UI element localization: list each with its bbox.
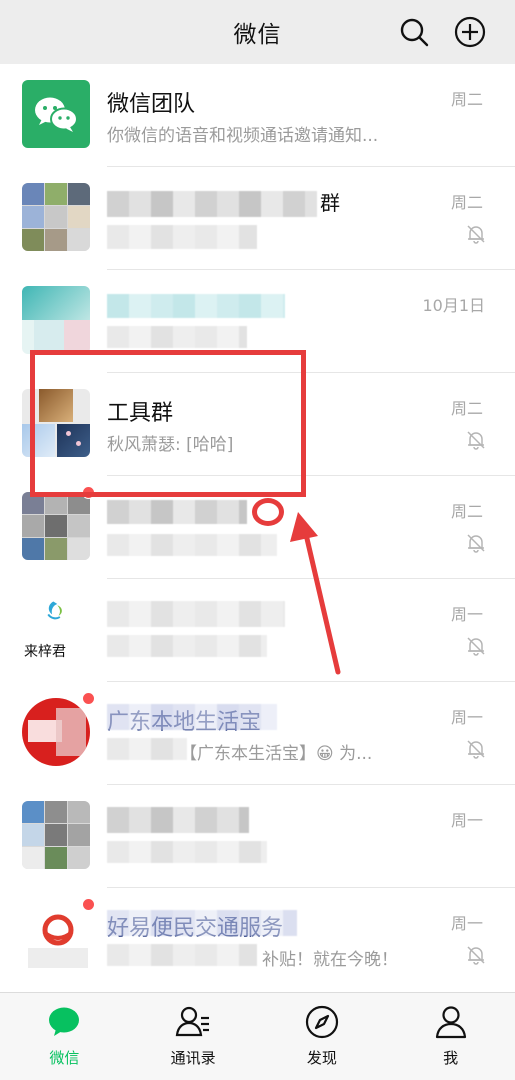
- tab-label: 通讯录: [170, 1049, 216, 1067]
- chat-name: 群: [320, 191, 340, 215]
- blurred-name: [107, 191, 317, 217]
- chat-time: 周二: [450, 193, 483, 212]
- blurred-name: [107, 910, 297, 936]
- blurred-preview: [107, 534, 277, 556]
- tab-contacts[interactable]: 通讯录: [129, 993, 258, 1080]
- mute-bell-icon: [467, 637, 485, 656]
- chat-time: 周二: [450, 90, 483, 109]
- highlight-box: [30, 350, 306, 497]
- chat-name: 微信团队: [107, 92, 196, 117]
- search-icon[interactable]: [396, 14, 432, 50]
- tab-me[interactable]: 我: [386, 993, 515, 1080]
- mute-bell-icon: [467, 740, 485, 759]
- blurred-preview: [107, 225, 257, 249]
- chat-row-traffic-service[interactable]: 好易便民交通服务 补贴！就在今晚！ 周一: [0, 888, 515, 991]
- leaf-logo-icon: [47, 601, 62, 620]
- chat-time: 周二: [450, 502, 483, 521]
- mute-bell-icon: [467, 946, 485, 965]
- chat-preview: 【广东本生活宝】😀 为...: [180, 744, 373, 764]
- chat-list: 微信团队 你微信的语音和视频通话邀请通知... 周二 群 周二 10月1日 工具…: [0, 64, 515, 992]
- chat-row-wechat-team[interactable]: 微信团队 你微信的语音和视频通话邀请通知... 周二: [0, 64, 515, 167]
- chat-time: 周一: [450, 914, 483, 933]
- mute-bell-icon: [467, 225, 485, 244]
- chat-row-5[interactable]: 来梓君 周一: [0, 579, 515, 682]
- contacts-icon: [175, 1006, 210, 1037]
- chat-row-7[interactable]: 周一: [0, 785, 515, 888]
- tab-label: 我: [443, 1049, 459, 1067]
- tab-label: 发现: [306, 1049, 337, 1067]
- blurred-preview: [107, 944, 257, 966]
- group-avatar: [22, 183, 90, 251]
- group-avatar: [22, 801, 90, 869]
- bottom-tab-bar: 微信 通讯录 发现 我: [0, 992, 515, 1080]
- page-title: 微信: [233, 22, 282, 48]
- chat-bubble-icon: [49, 1007, 80, 1036]
- chat-time: 周一: [450, 605, 483, 624]
- tab-discover[interactable]: 发现: [258, 993, 387, 1080]
- blurred-name: [107, 704, 277, 730]
- add-icon[interactable]: [452, 14, 488, 50]
- blurred-name: [107, 500, 247, 524]
- chat-avatar: [22, 286, 90, 354]
- chat-avatar: [22, 904, 90, 972]
- blurred-preview: [107, 326, 247, 348]
- chat-avatar: [22, 698, 90, 766]
- blurred-name: [107, 294, 285, 318]
- person-icon: [435, 1006, 466, 1039]
- chat-row-group-1[interactable]: 群 周二: [0, 167, 515, 270]
- wechat-team-avatar: [22, 80, 90, 148]
- chat-time: 周一: [450, 708, 483, 727]
- wechat-logo-icon: [35, 97, 78, 132]
- blurred-preview: [107, 738, 187, 760]
- chat-preview: 你微信的语音和视频通话邀请通知...: [107, 126, 379, 146]
- tab-label: 微信: [49, 1049, 80, 1067]
- blurred-preview: [107, 635, 267, 657]
- blurred-preview: [107, 841, 267, 863]
- unread-dot: [82, 898, 95, 911]
- chat-time: 10月1日: [422, 296, 485, 315]
- brand-logo-icon: [28, 914, 88, 968]
- chat-avatar: 来梓君: [22, 595, 90, 663]
- top-navigation-bar: 微信: [0, 0, 515, 64]
- chat-time: 周一: [450, 811, 483, 830]
- blurred-name: [107, 601, 285, 627]
- chat-time: 周二: [450, 399, 483, 418]
- blurred-name: [107, 807, 249, 833]
- chat-row-life-service[interactable]: 广东本地生活宝 【广东本生活宝】😀 为... 周一: [0, 682, 515, 785]
- tab-chats[interactable]: 微信: [0, 993, 129, 1080]
- mute-bell-icon: [467, 431, 485, 450]
- chat-preview: 补贴！就在今晚！: [262, 950, 398, 970]
- unread-dot: [82, 692, 95, 705]
- mute-bell-icon: [467, 534, 485, 553]
- compass-icon: [305, 1005, 338, 1039]
- group-avatar: [22, 492, 90, 560]
- avatar-label: 来梓君: [24, 644, 66, 660]
